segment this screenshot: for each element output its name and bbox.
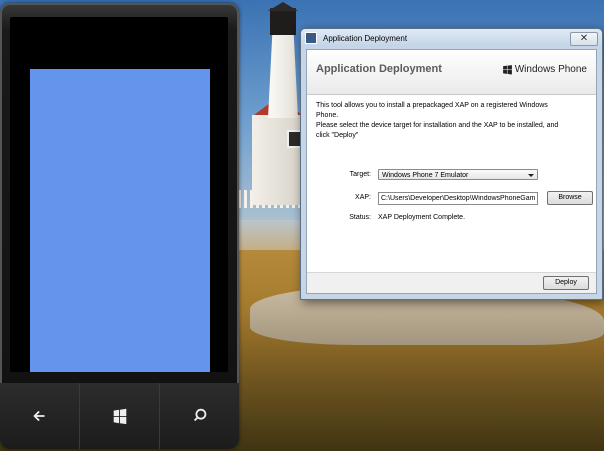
lighthouse-tower [268,30,298,118]
xap-path-input[interactable] [378,192,538,205]
target-selected-value: Windows Phone 7 Emulator [382,172,469,179]
search-button[interactable] [159,383,239,449]
phone-hardware-buttons [0,383,239,449]
browse-button[interactable]: Browse [547,191,593,205]
target-label: Target: [349,171,371,178]
target-select[interactable]: Windows Phone 7 Emulator [378,169,538,180]
start-button[interactable] [79,383,159,449]
windows-flag-icon [502,65,512,75]
deploy-button[interactable]: Deploy [543,276,589,290]
xap-label: XAP: [355,194,371,201]
phone-screen[interactable] [30,69,210,372]
titlebar[interactable]: Application Deployment ✕ [301,29,602,47]
app-icon [305,32,317,44]
back-icon [32,410,44,422]
description-line: This tool allows you to install a prepac… [316,102,548,109]
dialog-client-area: Application Deployment Windows Phone Thi… [306,49,597,294]
status-label: Status: [349,214,371,221]
header-title: Application Deployment [316,63,442,75]
lighthouse-lantern [270,8,296,35]
chevron-down-icon [528,174,534,177]
dialog-header: Application Deployment Windows Phone [307,50,596,95]
description: This tool allows you to install a prepac… [316,101,588,141]
phone-emulator [0,3,239,449]
windows-phone-logo: Windows Phone [502,64,587,75]
description-line: Phone. [316,112,339,119]
status-value: XAP Deployment Complete. [378,214,466,221]
close-button[interactable]: ✕ [570,32,598,46]
dialog-footer: Deploy [307,272,596,293]
lighthouse-house [252,115,304,205]
windows-icon [113,408,126,425]
window-title: Application Deployment [323,33,408,43]
back-button[interactable] [0,383,79,449]
application-deployment-window: Application Deployment ✕ Application Dep… [300,28,603,300]
description-line: click "Deploy" [316,132,359,139]
search-icon [193,408,206,422]
description-line: Please select the device target for inst… [316,122,559,129]
brand-text: Windows Phone [514,64,587,75]
